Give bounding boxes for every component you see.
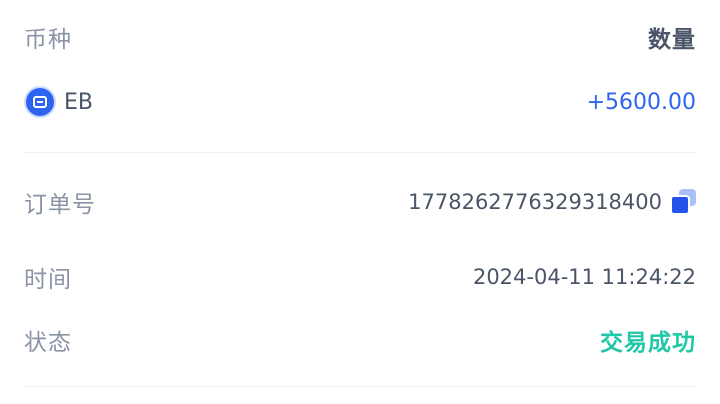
order-number: 1778262776329318400 bbox=[408, 190, 662, 214]
order-number-group: 1778262776329318400 bbox=[408, 189, 696, 215]
quantity-label: 数量 bbox=[648, 27, 696, 53]
status-row: 状态 交易成功 bbox=[24, 320, 696, 360]
coin-amount: +5600.00 bbox=[586, 89, 696, 115]
divider bbox=[24, 386, 696, 387]
copy-icon[interactable] bbox=[670, 189, 696, 215]
order-label: 订单号 bbox=[24, 192, 96, 218]
coin-row: EB +5600.00 bbox=[24, 82, 696, 122]
order-row: 订单号 1778262776329318400 bbox=[24, 182, 696, 222]
divider bbox=[24, 152, 696, 153]
currency-label: 币种 bbox=[24, 27, 72, 53]
time-row: 时间 2024-04-11 11:24:22 bbox=[24, 257, 696, 297]
status-value: 交易成功 bbox=[600, 330, 696, 356]
time-label: 时间 bbox=[24, 267, 72, 293]
coin-info: EB bbox=[24, 86, 93, 118]
coin-name: EB bbox=[64, 89, 93, 115]
status-label: 状态 bbox=[24, 330, 72, 356]
time-value: 2024-04-11 11:24:22 bbox=[472, 265, 696, 289]
eb-coin-icon bbox=[24, 86, 56, 118]
header-row: 币种 数量 bbox=[24, 17, 696, 57]
